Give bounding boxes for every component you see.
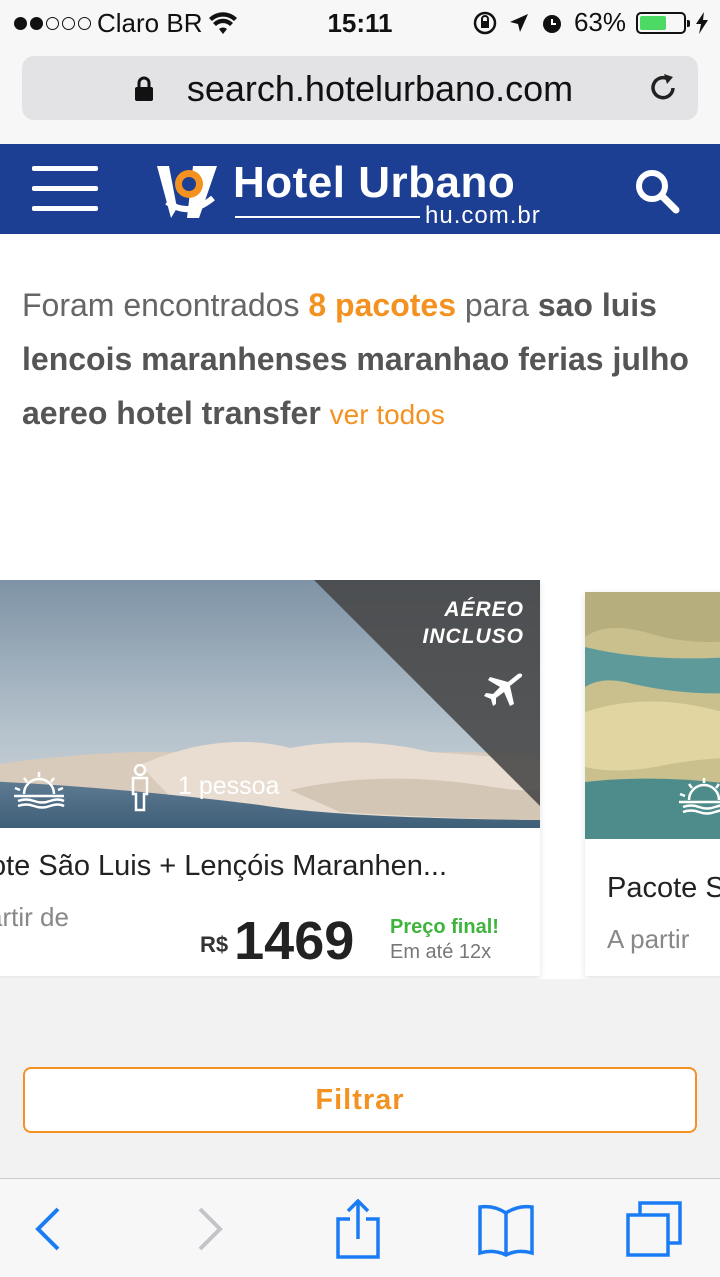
price-final-info: Preço final! Em até 12x	[390, 916, 499, 964]
package-title: Pacote S	[607, 872, 720, 904]
location-arrow-icon	[509, 13, 528, 32]
sunset-icon	[14, 772, 65, 809]
browser-toolbar: search.hotelurbano.com	[0, 46, 720, 144]
battery-percent: 63%	[573, 7, 626, 37]
url-text: search.hotelurbano.com	[186, 68, 574, 109]
results-summary: Foram encontrados 8 pacotes para sao lui…	[22, 278, 698, 442]
results-middle: para	[464, 287, 529, 323]
results-count: 8 pacotes	[308, 287, 456, 323]
plane-icon	[484, 673, 523, 706]
site-header: Hotel Urbano hu.com.br	[0, 144, 720, 234]
price: R$ 1469	[200, 914, 354, 968]
logo-divider	[235, 216, 420, 218]
brand-name: Hotel Urbano	[233, 158, 516, 207]
package-title: ote São Luis + Lençóis Maranhen...	[0, 850, 448, 882]
search-results: Foram encontrados 8 pacotes para sao lui…	[0, 234, 720, 979]
badge-line-2: INCLUSO	[422, 625, 524, 648]
package-card[interactable]: AÉREO INCLUSO 1 pessoa ote São Luis + Le	[0, 580, 540, 976]
share-icon[interactable]	[328, 1198, 388, 1259]
package-carousel[interactable]: AÉREO INCLUSO 1 pessoa ote São Luis + Le	[0, 580, 720, 979]
price-value: 1469	[234, 911, 355, 971]
reload-icon[interactable]	[646, 71, 680, 105]
person-icon	[131, 764, 149, 812]
results-prefix: Foram encontrados	[22, 287, 300, 323]
rotation-lock-icon	[473, 11, 497, 34]
menu-icon[interactable]	[32, 166, 98, 212]
battery-icon	[636, 11, 690, 34]
bookmarks-icon[interactable]	[476, 1199, 536, 1259]
brand-domain: hu.com.br	[425, 202, 541, 229]
package-photo: AÉREO INCLUSO 1 pessoa	[0, 580, 540, 828]
sunset-icon	[679, 778, 720, 815]
browser-bottom-toolbar	[0, 1178, 720, 1277]
badge-text: AÉREO INCLUSO	[423, 596, 525, 650]
badge-line-1: AÉREO	[444, 598, 524, 621]
price-from-label: artir de	[0, 902, 69, 932]
address-bar[interactable]: search.hotelurbano.com	[22, 56, 698, 120]
logo[interactable]: Hotel Urbano hu.com.br	[155, 158, 575, 229]
filter-button[interactable]: Filtrar	[23, 1067, 697, 1133]
tabs-icon[interactable]	[624, 1199, 684, 1259]
package-photo	[585, 592, 720, 839]
see-all-link[interactable]: ver todos	[330, 399, 445, 430]
status-right: 63%	[472, 7, 708, 38]
alarm-icon	[542, 14, 561, 33]
forward-arrow-icon[interactable]	[178, 1199, 238, 1259]
price-from-label: A partir	[607, 924, 690, 954]
package-card[interactable]: Pacote S A partir	[585, 592, 720, 976]
installments-label: Em até 12x	[390, 941, 492, 963]
charging-icon	[696, 11, 708, 34]
logo-mark-icon	[157, 166, 217, 218]
status-bar: Claro BR 15:11 63%	[0, 0, 720, 46]
price-currency: R$	[200, 932, 229, 957]
search-icon[interactable]	[632, 166, 680, 214]
people-count: 1 pessoa	[178, 772, 280, 800]
final-price-label: Preço final!	[390, 916, 499, 938]
back-arrow-icon[interactable]	[20, 1199, 80, 1259]
